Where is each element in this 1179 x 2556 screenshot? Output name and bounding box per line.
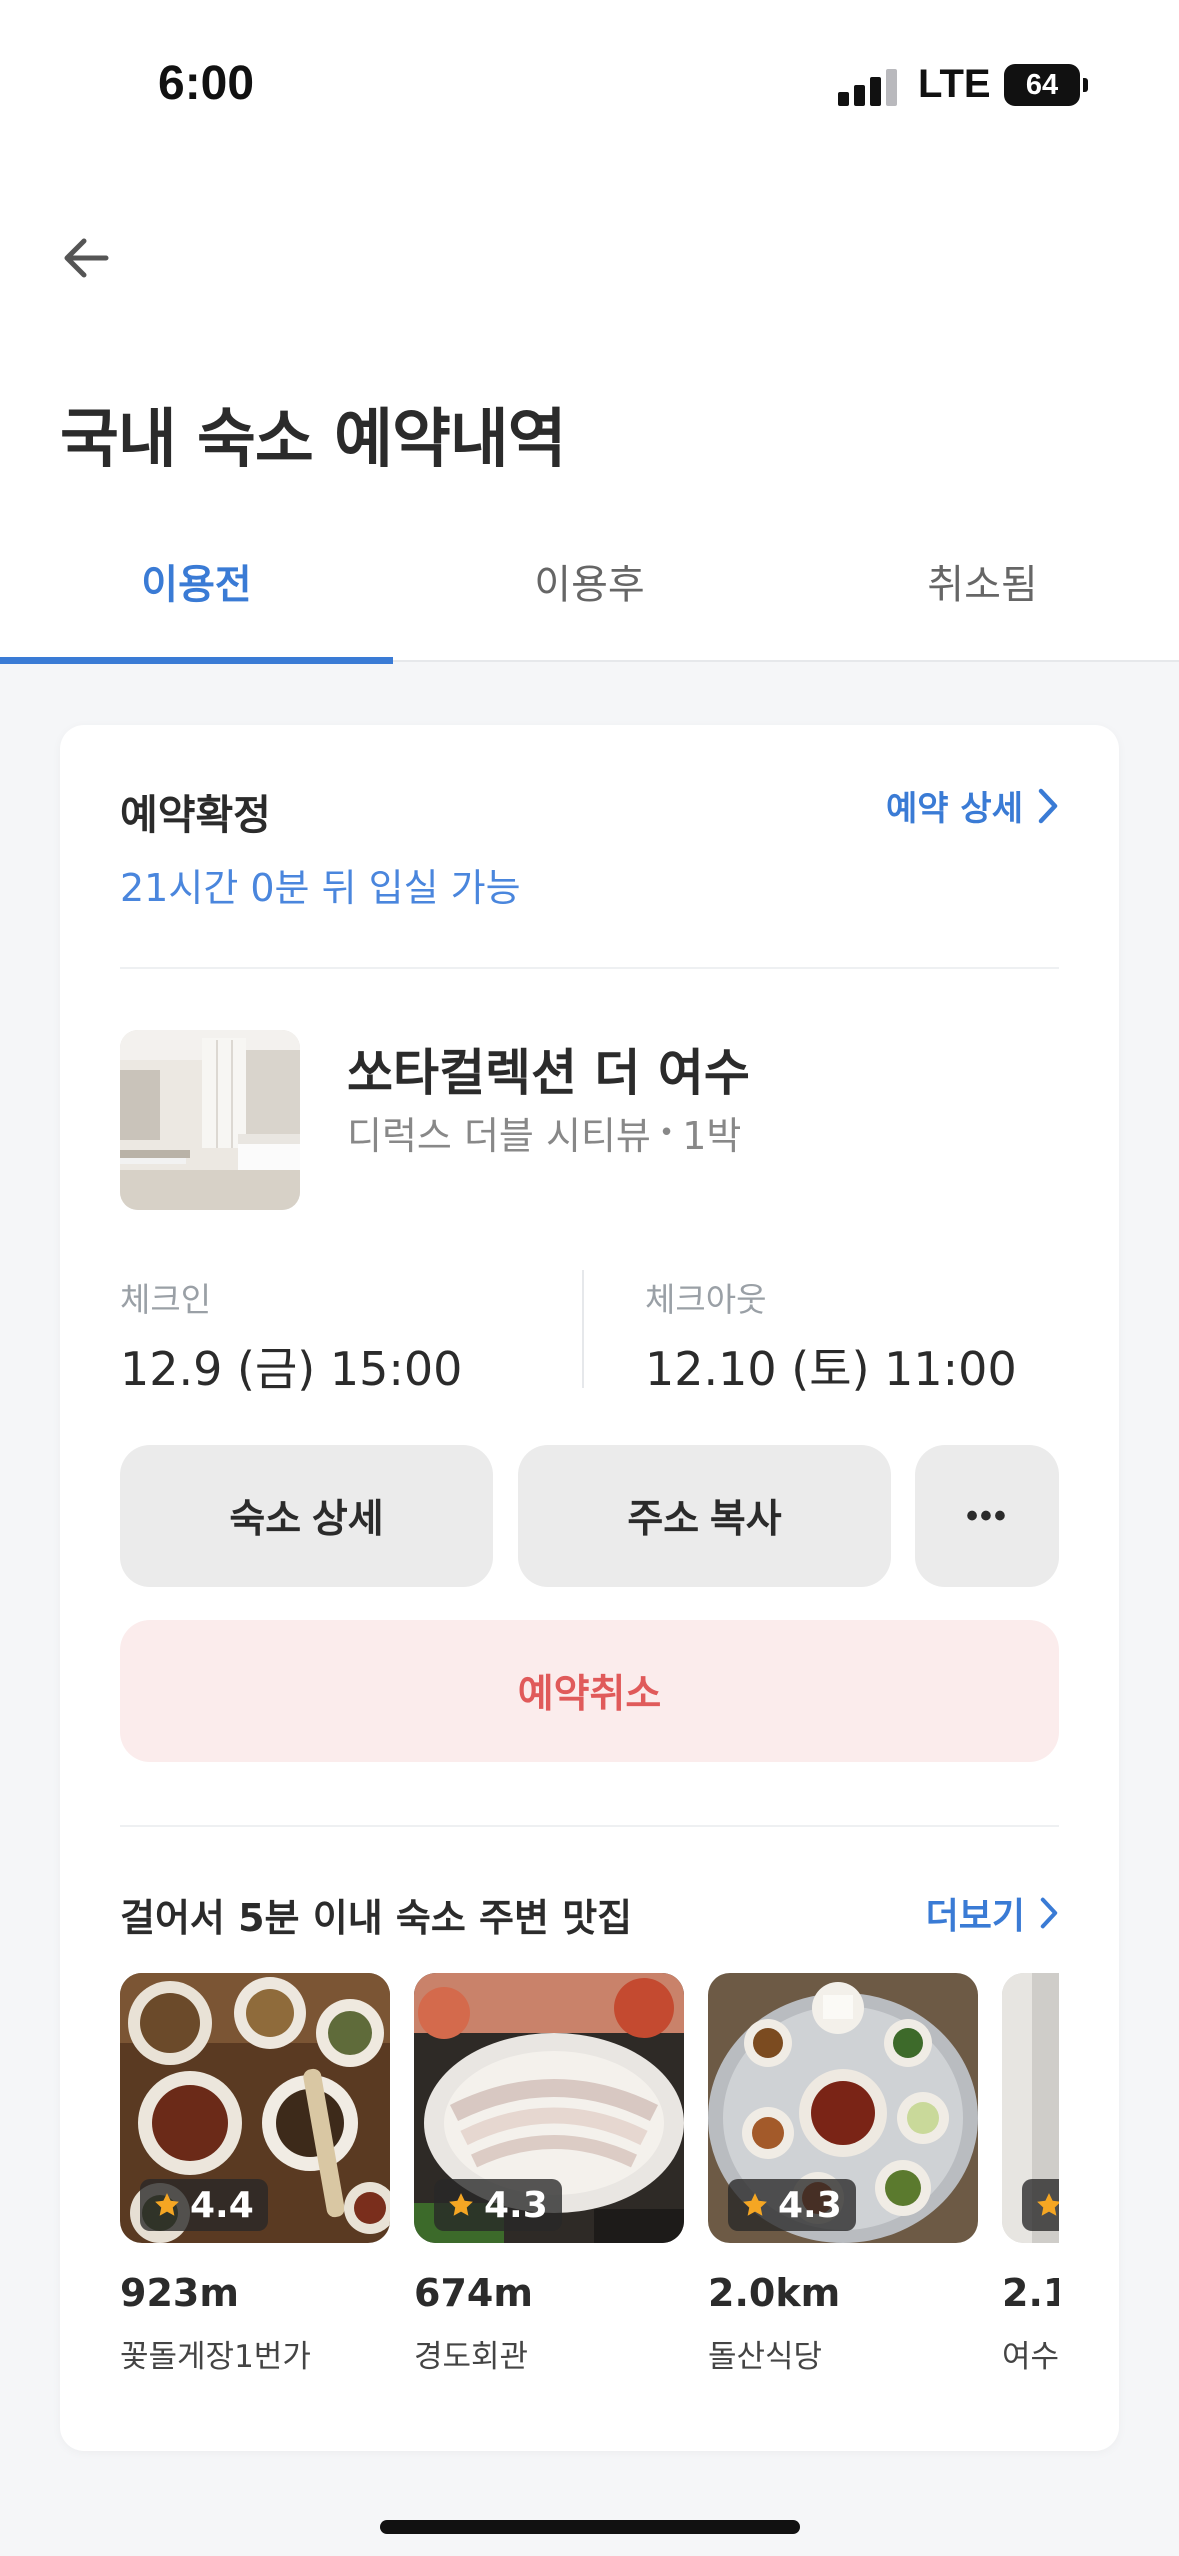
rating-value: 4.4 <box>190 2184 254 2226</box>
reservation-card: 예약확정 21시간 0분 뒤 입실 가능 예약 상세 쏘타컬렉션 더 여수 디럭… <box>60 725 1119 2451</box>
star-icon <box>743 2193 767 2216</box>
hotel-room-image <box>120 1030 300 1210</box>
restaurant-image: 4.4 <box>120 1973 390 2243</box>
active-tab-indicator <box>0 657 393 664</box>
tab-cancelled[interactable]: 취소됨 <box>786 540 1179 660</box>
chevron-right-icon <box>1038 788 1058 823</box>
checkout-label: 체크아웃 <box>645 1280 767 1319</box>
restaurant-name: 경도회관 <box>414 2339 529 2373</box>
more-link-label: 더보기 <box>925 1896 1025 1937</box>
nearby-more-link[interactable]: 더보기 <box>926 1887 1059 1939</box>
nights: 1박 <box>682 1114 742 1158</box>
network-label: LTE <box>918 62 991 106</box>
restaurant-distance: 2.1 <box>1002 2271 1059 2315</box>
cancel-reservation-button[interactable]: 예약취소 <box>120 1620 1059 1762</box>
divider <box>120 1825 1059 1827</box>
rating-badge: 4.3 <box>728 2179 856 2231</box>
signal-icon <box>838 68 897 106</box>
rating-value: 4.3 <box>484 2184 548 2226</box>
nearby-section-title: 걸어서 5분 이내 숙소 주변 맛집 <box>120 1896 633 1940</box>
reservation-status: 예약확정 <box>120 791 271 839</box>
checkin-label: 체크인 <box>120 1280 212 1319</box>
chevron-right-icon <box>1040 1897 1058 1929</box>
date-divider <box>582 1270 584 1388</box>
room-type: 디럭스 더블 시티뷰 <box>347 1114 651 1158</box>
restaurant-carousel[interactable]: 4.4 923m 꽃돌게장1번가 4.3 674m 경도회관 4.3 2.0km… <box>120 1973 1059 2373</box>
restaurant-card[interactable]: 2.1 여수 <box>1002 1973 1059 2373</box>
checkin-countdown: 21시간 0분 뒤 입실 가능 <box>120 866 521 910</box>
restaurant-card[interactable]: 4.3 2.0km 돌산식당 <box>708 1973 978 2373</box>
star-icon <box>449 2193 473 2216</box>
hotel-thumbnail[interactable] <box>120 1030 300 1210</box>
battery-tip <box>1083 78 1088 92</box>
restaurant-name: 꽃돌게장1번가 <box>120 2339 311 2373</box>
checkin-value: 12.9 (금) 15:00 <box>120 1342 463 1396</box>
status-time: 6:00 <box>158 57 255 110</box>
copy-address-button[interactable]: 주소 복사 <box>518 1445 891 1587</box>
divider <box>120 967 1059 969</box>
restaurant-distance: 923m <box>120 2271 239 2315</box>
tab-before-use[interactable]: 이용전 <box>0 540 393 660</box>
star-icon <box>155 2193 179 2216</box>
checkout-value: 12.10 (토) 11:00 <box>645 1342 1017 1396</box>
rating-badge: 4.3 <box>434 2179 562 2231</box>
back-button[interactable] <box>46 218 126 298</box>
restaurant-image <box>1002 1973 1059 2243</box>
rating-value: 4.3 <box>778 2184 842 2226</box>
hotel-name: 쏘타컬렉션 더 여수 <box>347 1044 750 1102</box>
restaurant-card[interactable]: 4.4 923m 꽃돌게장1번가 <box>120 1973 390 2373</box>
restaurant-image: 4.3 <box>414 1973 684 2243</box>
room-info: 디럭스 더블 시티뷰 • 1박 <box>347 1105 741 1160</box>
star-icon <box>1037 2193 1059 2216</box>
reservation-detail-label: 예약 상세 <box>886 789 1023 829</box>
restaurant-distance: 674m <box>414 2271 533 2315</box>
page-title: 국내 숙소 예약내역 <box>60 403 567 477</box>
info-separator: • <box>658 1117 675 1148</box>
battery-icon: 64 <box>1004 64 1080 106</box>
restaurant-name: 돌산식당 <box>708 2339 823 2373</box>
tab-after-use[interactable]: 이용후 <box>393 540 786 660</box>
restaurant-card[interactable]: 4.3 674m 경도회관 <box>414 1973 684 2373</box>
restaurant-distance: 2.0km <box>708 2271 841 2315</box>
restaurant-image: 4.3 <box>708 1973 978 2243</box>
restaurant-name: 여수 <box>1002 2339 1059 2373</box>
arrow-left-icon <box>64 238 109 278</box>
home-indicator <box>380 2520 800 2534</box>
reservation-detail-link[interactable]: 예약 상세 <box>886 781 1059 830</box>
rating-badge: 4.4 <box>140 2179 268 2231</box>
more-options-button[interactable]: ••• <box>915 1445 1059 1587</box>
status-bar: 6:00 LTE 64 <box>0 0 1179 150</box>
hotel-detail-button[interactable]: 숙소 상세 <box>120 1445 493 1587</box>
rating-badge <box>1022 2179 1059 2231</box>
tab-bar: 이용전 이용후 취소됨 <box>0 540 1179 660</box>
